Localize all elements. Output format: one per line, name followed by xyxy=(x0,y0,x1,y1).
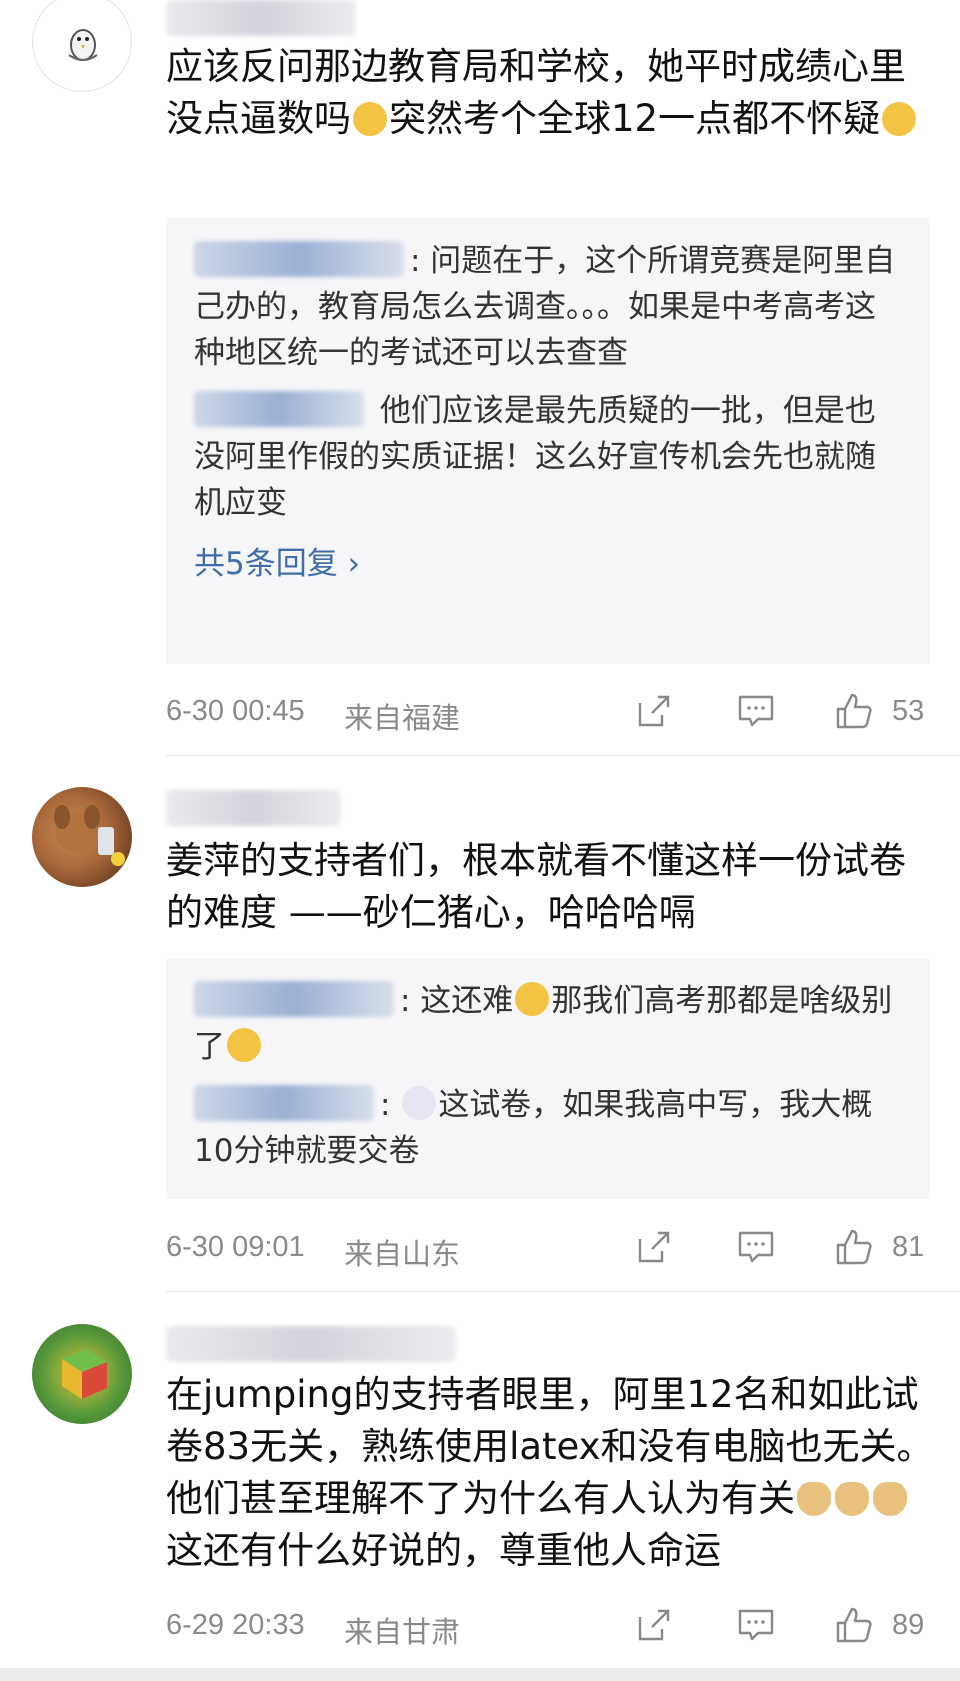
comment-meta: 6-30 09:01 来自山东 81 xyxy=(166,1225,932,1271)
like-count: 53 xyxy=(892,695,925,727)
username-blurred[interactable] xyxy=(166,0,356,36)
user-avatar[interactable] xyxy=(32,0,132,92)
share-icon[interactable] xyxy=(634,1605,674,1645)
bottom-separator xyxy=(0,1668,960,1681)
comment-text: 应该反问那边教育局和学校，她平时成绩心里没点逼数吗 突然考个全球12一点都不怀疑 xyxy=(166,41,936,145)
comment-meta: 6-30 00:45 来自福建 53 xyxy=(166,689,932,735)
doge-emoji-icon xyxy=(797,1482,831,1516)
comment-text: 在jumping的支持者眼里，阿里12名和如此试卷83无关，熟练使用latex和… xyxy=(166,1373,934,1572)
dog-photo-avatar-icon xyxy=(54,805,125,866)
like-count: 81 xyxy=(892,1231,925,1263)
user-avatar[interactable] xyxy=(32,1324,132,1424)
more-replies-link[interactable]: 共5条回复 › xyxy=(194,538,902,583)
share-icon[interactable] xyxy=(634,691,674,731)
reply-item: : 这试卷，如果我高中写，我大概10分钟就要交卷 xyxy=(194,1085,873,1169)
dizzy-emoji-icon xyxy=(402,1086,437,1120)
comment-meta: 6-29 20:33 来自甘肃 89 xyxy=(166,1603,932,1649)
timestamp: 6-30 09:01 xyxy=(166,1231,305,1263)
divider xyxy=(166,1291,960,1292)
reply-item: : 问题在于，这个所谓竞赛是阿里自己办的，教育局怎么去调查。。。如果是中考高考这… xyxy=(194,241,896,371)
comment-text: 姜萍的支持者们，根本就看不懂这样一份试卷的难度 ——砂仁猪心，哈哈哈嗝 xyxy=(166,839,906,934)
cube-avatar-icon xyxy=(62,1349,107,1399)
comment-icon[interactable] xyxy=(736,691,776,731)
bird-avatar-icon xyxy=(68,29,98,61)
username-blurred[interactable] xyxy=(166,1326,456,1362)
like-count: 89 xyxy=(892,1609,925,1641)
reply-username-blurred[interactable] xyxy=(194,1085,374,1121)
comment-icon[interactable] xyxy=(736,1605,776,1645)
username-blurred[interactable] xyxy=(166,790,341,826)
reply-username-blurred[interactable] xyxy=(194,241,404,277)
thumbs-up-icon[interactable] xyxy=(834,1605,874,1645)
reply-username-blurred[interactable] xyxy=(194,391,364,427)
thumbs-up-icon[interactable] xyxy=(834,691,874,731)
doge-emoji-icon xyxy=(873,1482,907,1516)
crying-emoji-icon xyxy=(227,1028,261,1062)
timestamp: 6-29 20:33 xyxy=(166,1609,305,1641)
reply-preview-box[interactable]: : 这还难 那我们高考那都是啥级别了 : 这试卷，如果我高中写，我大概10分钟就要… xyxy=(166,958,930,1199)
location: 来自甘肃 xyxy=(344,1617,461,1649)
reply-item: : 这还难 那我们高考那都是啥级别了 xyxy=(194,981,893,1065)
share-icon[interactable] xyxy=(634,1227,674,1267)
divider xyxy=(166,755,960,756)
user-avatar[interactable] xyxy=(32,787,132,887)
smirk-emoji-icon xyxy=(882,102,917,136)
location: 来自山东 xyxy=(344,1239,461,1271)
doge-emoji-icon xyxy=(835,1482,869,1516)
thumbs-up-icon[interactable] xyxy=(834,1227,874,1267)
reply-item: 他们应该是最先质疑的一批，但是也没阿里作假的实质证据！这么好宣传机会先也就随机应… xyxy=(194,391,876,521)
grin-emoji-icon xyxy=(353,102,387,136)
crying-emoji-icon xyxy=(515,982,550,1016)
location: 来自福建 xyxy=(344,703,461,735)
timestamp: 6-30 00:45 xyxy=(166,695,305,727)
comment-icon[interactable] xyxy=(736,1227,776,1267)
reply-preview-box[interactable]: : 问题在于，这个所谓竞赛是阿里自己办的，教育局怎么去调查。。。如果是中考高考这… xyxy=(166,218,930,664)
reply-username-blurred[interactable] xyxy=(194,981,394,1017)
